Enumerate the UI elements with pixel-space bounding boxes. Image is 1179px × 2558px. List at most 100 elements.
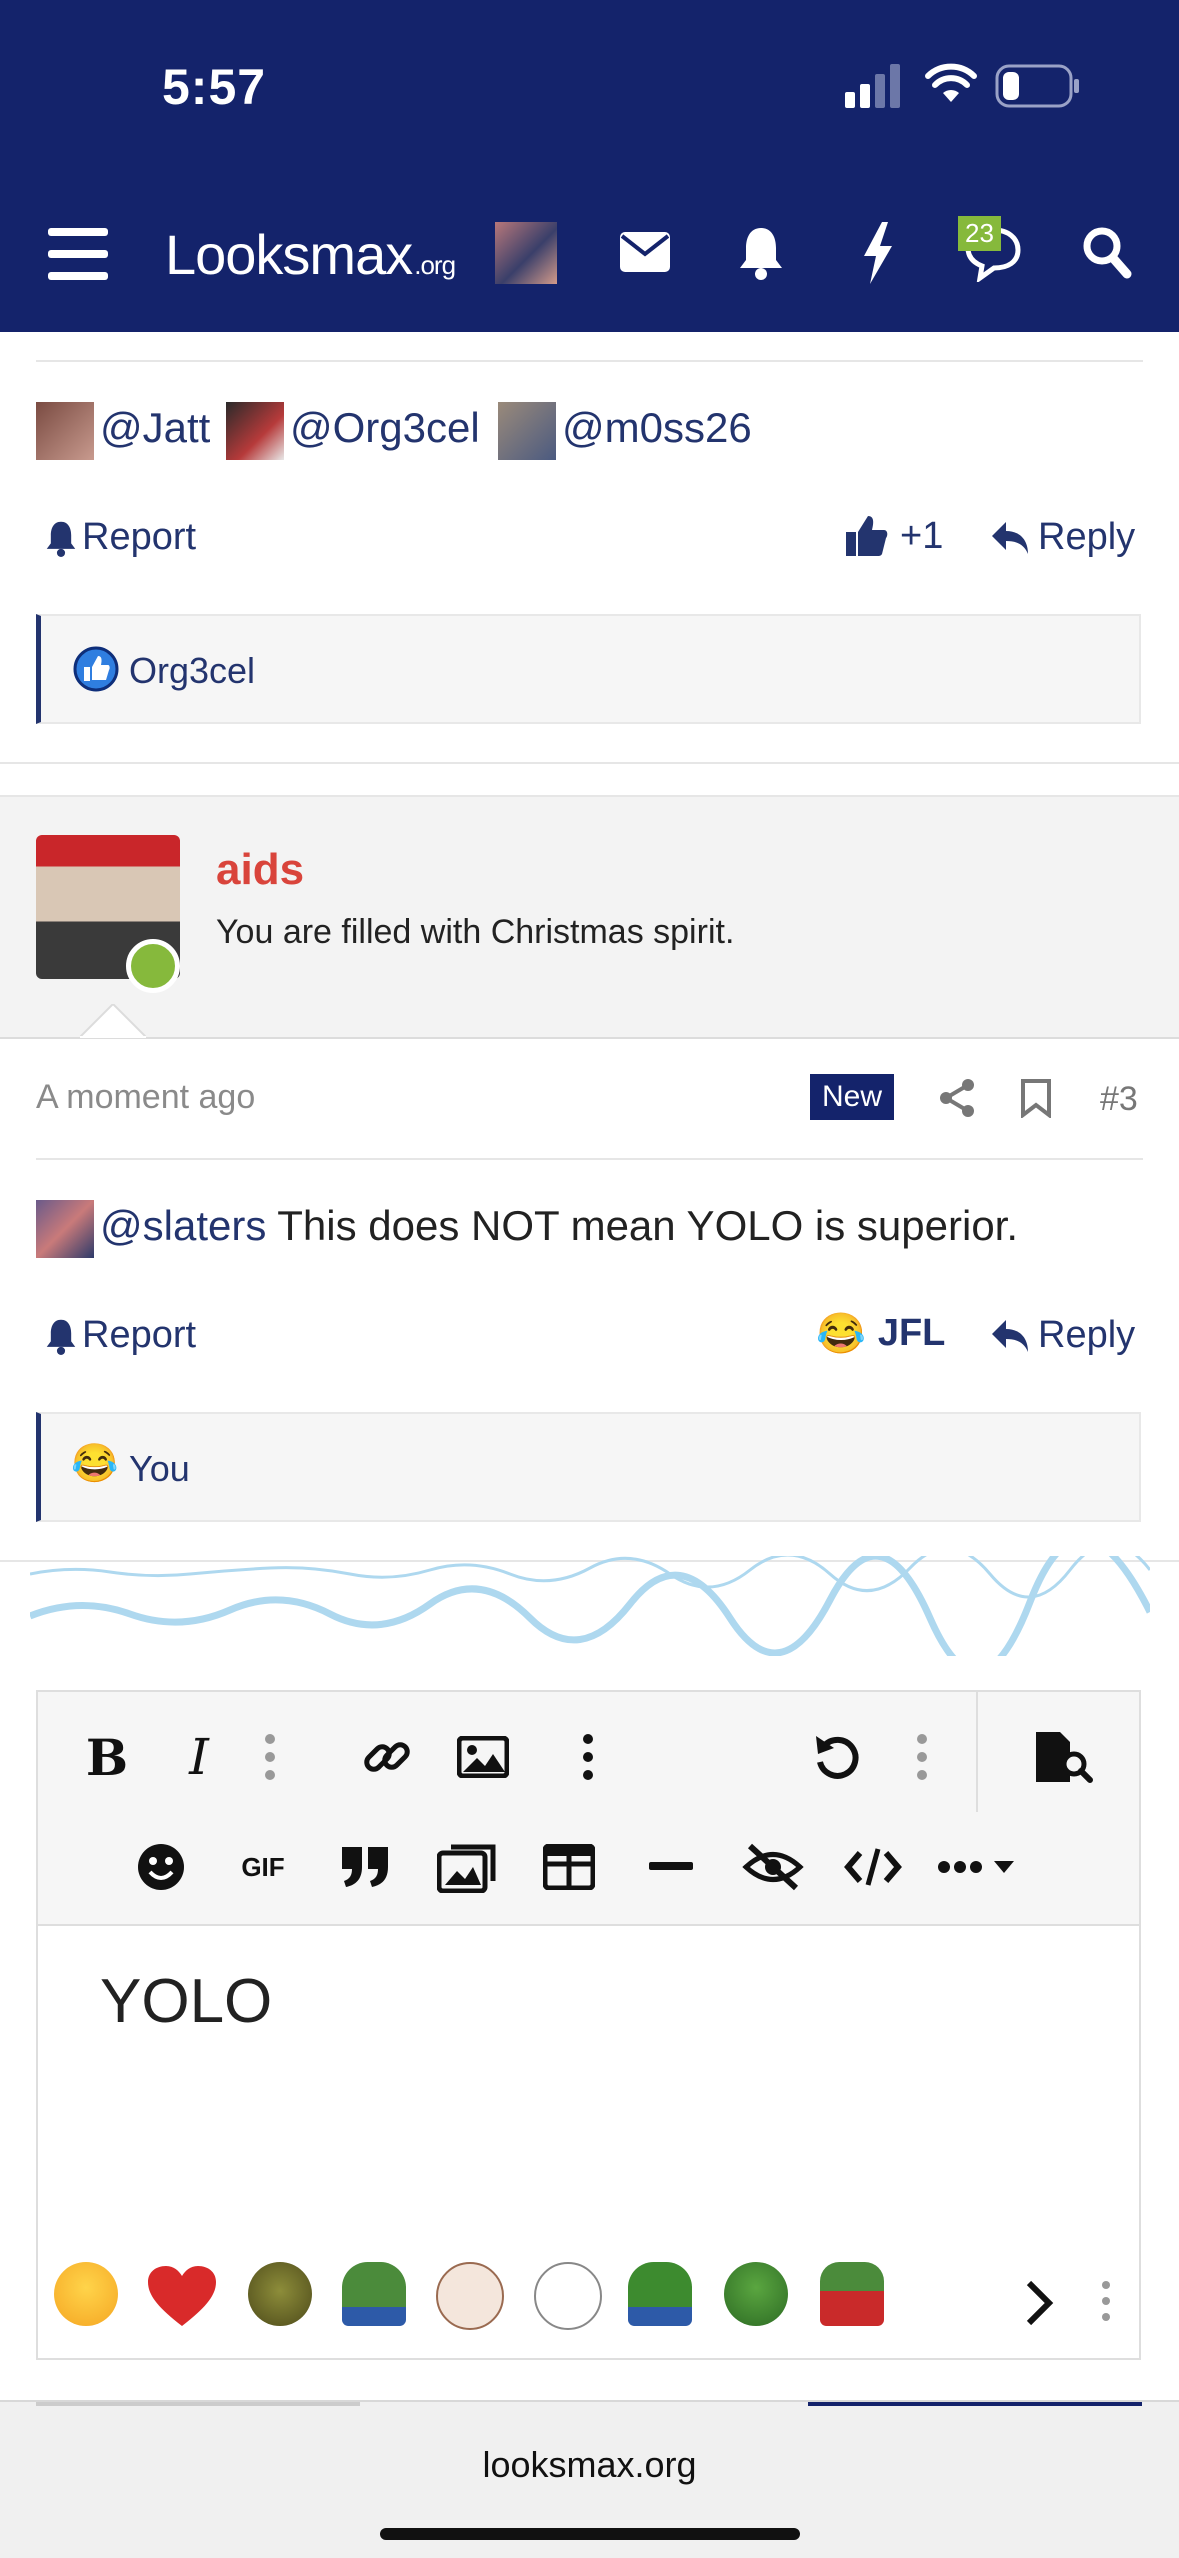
new-badge: New — [810, 1074, 895, 1120]
avatar — [36, 402, 94, 460]
heart-emoji[interactable] — [146, 2266, 218, 2328]
pepe-laugh-emoji[interactable] — [724, 2262, 788, 2326]
bell-icon — [46, 1319, 76, 1355]
like-reaction-icon — [73, 646, 119, 692]
avatar — [36, 1200, 94, 1258]
browser-address-bar: looksmax.org — [0, 2400, 1179, 2558]
bookmark-icon[interactable] — [1020, 1078, 1052, 1118]
reply-icon — [992, 1319, 1028, 1352]
url-text[interactable]: looksmax.org — [0, 2444, 1179, 2486]
gif-button[interactable]: GIF — [228, 1832, 298, 1902]
post-body: @slaters This does NOT mean YOLO is supe… — [100, 1202, 1018, 1250]
reactions-bar[interactable]: Org3cel — [36, 614, 1141, 724]
top-navigation-bar: 5:57 Looksmax.org 23 — [0, 0, 1179, 332]
report-button[interactable]: Report — [44, 1314, 196, 1357]
reply-button[interactable]: Reply — [990, 1314, 1135, 1357]
more-options-icon[interactable] — [250, 1722, 290, 1792]
more-options-icon[interactable] — [568, 1722, 608, 1792]
lightning-icon[interactable] — [860, 222, 896, 284]
more-options-icon[interactable] — [902, 1722, 942, 1792]
link-icon[interactable] — [352, 1722, 422, 1792]
joy-emoji-icon: 😂 — [71, 1443, 119, 1485]
home-indicator[interactable] — [380, 2528, 800, 2540]
joy-emoji[interactable] — [54, 2262, 118, 2326]
wojak-emoji[interactable] — [436, 2262, 504, 2330]
post-time[interactable]: A moment ago — [36, 1078, 255, 1117]
post-divider — [36, 1158, 1143, 1160]
reply-icon — [992, 521, 1028, 554]
logo-text: Looksmax — [165, 223, 413, 286]
crying-wojak-emoji[interactable] — [534, 2262, 602, 2330]
pepe-grin-emoji[interactable] — [628, 2262, 692, 2326]
like-button[interactable]: +1 — [844, 514, 943, 558]
wifi-icon — [925, 63, 977, 102]
mention-link[interactable]: @Jatt — [100, 404, 210, 452]
spoiler-icon[interactable] — [738, 1832, 808, 1902]
more-options-icon[interactable] — [1100, 2280, 1112, 2322]
mention-link[interactable]: @slaters — [100, 1202, 266, 1249]
tab-indicator — [36, 2402, 360, 2406]
share-icon[interactable] — [938, 1078, 976, 1118]
bell-icon[interactable] — [738, 224, 784, 280]
message-user-header: aids You are filled with Christmas spiri… — [0, 795, 1179, 1039]
smiley-icon[interactable] — [126, 1832, 196, 1902]
table-icon[interactable] — [534, 1832, 604, 1902]
editor-content[interactable]: YOLO — [100, 1966, 272, 2037]
undo-icon[interactable] — [802, 1722, 872, 1792]
bold-button[interactable]: B — [72, 1722, 142, 1792]
editor-toolbar: B I GIF — [36, 1690, 1141, 1926]
code-icon[interactable] — [838, 1832, 908, 1902]
status-time: 5:57 — [162, 59, 267, 115]
reaction-user[interactable]: Org3cel — [129, 650, 255, 692]
shrek-emoji[interactable] — [248, 2262, 312, 2326]
reaction-label: JFL — [877, 1312, 946, 1354]
mail-icon[interactable] — [620, 232, 670, 272]
arrow-pointer — [80, 1004, 146, 1038]
logo-suffix: .org — [414, 250, 456, 280]
reply-button[interactable]: Reply — [990, 516, 1135, 559]
bell-icon — [46, 521, 76, 557]
snow-wave-decoration — [30, 1556, 1150, 1656]
like-count: +1 — [900, 514, 944, 557]
thumbs-up-icon — [846, 516, 888, 556]
media-icon[interactable] — [432, 1832, 502, 1902]
quote-icon[interactable] — [330, 1832, 400, 1902]
site-logo[interactable]: Looksmax.org — [165, 222, 456, 287]
horizontal-rule-icon[interactable] — [636, 1832, 706, 1902]
user-title: You are filled with Christmas spirit. — [216, 913, 735, 951]
post-divider — [0, 762, 1179, 764]
avatar — [498, 402, 556, 460]
report-label: Report — [82, 516, 197, 558]
menu-icon[interactable] — [48, 228, 108, 280]
reactions-bar[interactable]: 😂 You — [36, 1412, 1141, 1522]
reply-label: Reply — [1038, 516, 1136, 558]
italic-button[interactable]: I — [164, 1722, 234, 1792]
battery-icon — [995, 64, 1079, 108]
post-number[interactable]: #3 — [1100, 1080, 1138, 1119]
toolbar-separator — [976, 1692, 978, 1812]
chevron-right-icon[interactable] — [1024, 2278, 1054, 2328]
joy-emoji-icon: 😂 — [816, 1312, 866, 1356]
mention-link[interactable]: @m0ss26 — [562, 404, 752, 452]
avatar[interactable] — [495, 222, 557, 284]
report-button[interactable]: Report — [44, 516, 196, 559]
signal-icon — [845, 64, 900, 108]
pepe-santa-emoji[interactable] — [820, 2262, 884, 2326]
more-dropdown-icon[interactable] — [936, 1832, 1026, 1902]
preview-icon[interactable] — [1028, 1722, 1098, 1792]
reply-label: Reply — [1038, 1314, 1136, 1356]
jfl-reaction-button[interactable]: 😂 JFL — [816, 1310, 945, 1357]
report-label: Report — [82, 1314, 197, 1356]
username[interactable]: aids — [216, 845, 304, 895]
avatar — [226, 402, 284, 460]
reaction-user[interactable]: You — [129, 1448, 190, 1490]
post-text: This does NOT mean YOLO is superior. — [266, 1202, 1019, 1249]
mention-link[interactable]: @Org3cel — [290, 404, 480, 452]
search-icon[interactable] — [1082, 226, 1132, 280]
post-divider — [36, 360, 1143, 362]
tab-indicator — [808, 2402, 1142, 2406]
image-icon[interactable] — [448, 1722, 518, 1792]
online-indicator — [126, 939, 180, 993]
chat-count-badge: 23 — [958, 216, 1001, 251]
pepe-emoji[interactable] — [342, 2262, 406, 2326]
